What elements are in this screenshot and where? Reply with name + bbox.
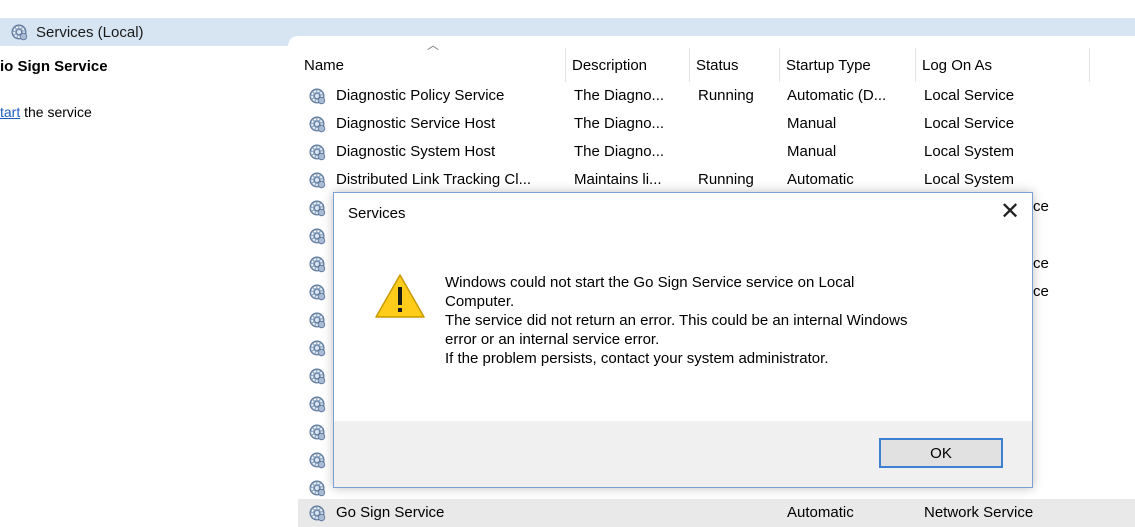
dialog-message-line: error or an internal service error. bbox=[445, 331, 660, 348]
table-row[interactable]: Diagnostic System Host The Diagno... Manua… bbox=[298, 138, 1135, 166]
row-status: Running bbox=[698, 87, 754, 104]
dialog-footer: OK bbox=[334, 421, 1032, 487]
peek-text: ce bbox=[1033, 283, 1049, 300]
service-gear-icon bbox=[308, 423, 326, 441]
service-gear-icon bbox=[308, 227, 326, 245]
row-description: The Diagno... bbox=[574, 143, 665, 160]
ok-button[interactable]: OK bbox=[879, 438, 1003, 468]
service-gear-icon bbox=[308, 255, 326, 273]
row-log-on-as: Network Service bbox=[924, 504, 1034, 521]
service-gear-icon bbox=[308, 479, 326, 497]
table-row[interactable]: Diagnostic Service Host The Diagno... Manu… bbox=[298, 110, 1135, 138]
row-description: The Diagno... bbox=[574, 87, 665, 104]
dialog-message-line: Computer. bbox=[445, 293, 515, 310]
peek-text: ce bbox=[1033, 198, 1049, 215]
row-startup-type: Automatic bbox=[787, 171, 854, 188]
header-title: Services (Local) bbox=[36, 23, 144, 41]
row-name: Distributed Link Tracking Cl... bbox=[336, 171, 532, 188]
row-startup-type: Automatic bbox=[787, 504, 854, 521]
service-gear-icon bbox=[308, 504, 326, 522]
service-gear-icon bbox=[308, 171, 326, 189]
dialog-title: Services bbox=[348, 205, 406, 222]
close-icon[interactable]: ✕ bbox=[996, 197, 1024, 225]
column-header-name[interactable]: Name bbox=[298, 48, 566, 82]
column-header-log-on-as[interactable]: Log On As bbox=[916, 48, 1090, 82]
row-status: Running bbox=[698, 171, 754, 188]
header-tab: Services (Local) bbox=[0, 18, 300, 46]
error-dialog: Services ✕ Windows could not start the G… bbox=[333, 192, 1033, 488]
service-gear-icon bbox=[308, 283, 326, 301]
table-row[interactable]: Diagnostic Policy Service The Diagno... Ru… bbox=[298, 82, 1135, 110]
dialog-message-line: Windows could not start the Go Sign Serv… bbox=[445, 274, 855, 291]
row-log-on-as: Local System bbox=[924, 143, 1015, 160]
row-description: The Diagno... bbox=[574, 115, 665, 132]
row-startup-type: Automatic (D... bbox=[787, 87, 887, 104]
row-log-on-as: Local Service bbox=[924, 115, 1015, 132]
row-name: Diagnostic Service Host bbox=[336, 115, 496, 132]
dialog-message-line: The service did not return an error. Thi… bbox=[445, 312, 908, 329]
start-service-link[interactable]: tart bbox=[0, 104, 20, 120]
left-pane: io Sign Service tart the service bbox=[0, 46, 290, 527]
row-log-on-as: Local System bbox=[924, 171, 1015, 188]
table-row[interactable]: Distributed Link Tracking Cl... Maintains… bbox=[298, 166, 1135, 194]
row-name: Diagnostic Policy Service bbox=[336, 87, 505, 104]
row-name: Go Sign Service bbox=[336, 504, 445, 521]
service-gear-icon bbox=[308, 143, 326, 161]
peek-text: ce bbox=[1033, 255, 1049, 272]
dialog-message-line: If the problem persists, contact your sy… bbox=[445, 350, 829, 367]
column-header-status[interactable]: Status bbox=[690, 48, 780, 82]
column-header-description[interactable]: Description bbox=[566, 48, 690, 82]
service-gear-icon bbox=[308, 311, 326, 329]
table-row-selected[interactable]: Go Sign Service Automatic Network Servic… bbox=[298, 499, 1135, 527]
row-startup-type: Manual bbox=[787, 115, 837, 132]
service-gear-icon bbox=[308, 395, 326, 413]
row-log-on-as: Local Service bbox=[924, 87, 1015, 104]
start-service-line: tart the service bbox=[0, 104, 92, 120]
start-service-suffix: the service bbox=[20, 104, 92, 120]
row-description: Maintains li... bbox=[574, 171, 662, 188]
warning-icon bbox=[375, 274, 425, 318]
row-name: Diagnostic System Host bbox=[336, 143, 496, 160]
service-gear-icon bbox=[308, 87, 326, 105]
services-gear-icon bbox=[10, 23, 28, 41]
column-header-startup-type[interactable]: Startup Type bbox=[780, 48, 916, 82]
row-status bbox=[698, 110, 778, 138]
service-gear-icon bbox=[308, 115, 326, 133]
list-top-edge bbox=[288, 36, 1135, 48]
service-gear-icon bbox=[308, 339, 326, 357]
service-gear-icon bbox=[308, 367, 326, 385]
row-startup-type: Manual bbox=[787, 143, 837, 160]
dialog-message: Windows could not start the Go Sign Serv… bbox=[445, 273, 1005, 368]
service-gear-icon bbox=[308, 199, 326, 217]
row-status bbox=[698, 138, 778, 166]
selected-service-heading: io Sign Service bbox=[0, 58, 108, 75]
service-gear-icon bbox=[308, 451, 326, 469]
